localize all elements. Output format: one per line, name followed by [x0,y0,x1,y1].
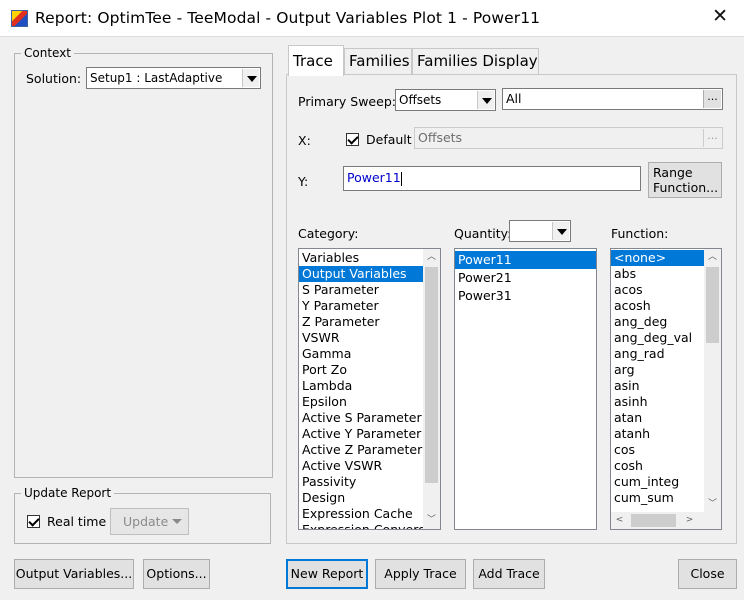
chevron-down-icon[interactable] [242,69,259,87]
category-list-item[interactable]: Output Variables [299,266,440,282]
primary-sweep-label: Primary Sweep: [298,94,396,109]
range-function-button[interactable]: Range Function... [648,162,722,198]
scroll-thumb[interactable] [425,267,438,483]
x-label: X: [298,133,311,148]
scroll-up-icon[interactable]: ︿ [704,249,721,266]
scroll-thumb[interactable] [631,514,676,527]
close-button[interactable]: Close [678,559,737,589]
category-list-item[interactable]: Variables [299,250,440,266]
category-list-item[interactable]: Passivity [299,474,440,490]
context-legend: Context [21,46,75,60]
tab-trace[interactable]: Trace [288,45,344,76]
category-list-item[interactable]: Gamma [299,346,440,362]
category-list-item[interactable]: VSWR [299,330,440,346]
category-list-item[interactable]: Port Zo [299,362,440,378]
category-list-item[interactable]: Z Parameter [299,314,440,330]
new-report-button[interactable]: New Report [286,559,368,589]
quantity-list[interactable]: Power11 Power21 Power31 [454,248,597,530]
category-list-item[interactable]: Epsilon [299,394,440,410]
category-list-item[interactable]: Y Parameter [299,298,440,314]
chevron-down-icon[interactable] [552,222,569,240]
trace-tab-page: Primary Sweep: Offsets All ... X: Defaul… [286,74,737,544]
category-label: Category: [298,226,359,241]
category-list-item[interactable]: Expression Converge [299,522,440,529]
range-function-line2: Function... [653,180,719,195]
tab-families-display[interactable]: Families Display [412,48,539,74]
default-label: Default [366,132,412,147]
chevron-down-icon[interactable] [477,91,494,109]
realtime-checkbox[interactable] [27,515,40,528]
solution-value: Setup1 : LastAdaptive [90,71,223,85]
sweep-range-ellipsis-button[interactable]: ... [703,90,721,108]
text-cursor [400,171,402,186]
category-list-item[interactable]: Active S Parameter [299,410,440,426]
scroll-down-icon[interactable]: ﹀ [423,512,440,529]
x-value: Offsets [418,130,463,145]
scroll-down-icon[interactable]: ﹀ [704,496,721,513]
add-trace-button[interactable]: Add Trace [473,559,545,589]
window-title: Report: OptimTee - TeeModal - Output Var… [35,9,541,27]
category-list-item[interactable]: S Parameter [299,282,440,298]
primary-sweep-dropdown[interactable]: Offsets [395,89,496,111]
function-hscrollbar[interactable]: < > [611,512,721,529]
quantity-list-item[interactable]: Power31 [455,287,596,305]
default-checkbox[interactable] [346,133,359,146]
solution-label: Solution: [26,71,82,86]
output-variables-button[interactable]: Output Variables... [14,559,134,589]
quantity-list-item[interactable]: Power11 [455,251,596,269]
update-report-legend: Update Report [21,486,115,500]
quantity-label: Quantity: [454,226,512,241]
scroll-up-icon[interactable]: ︿ [423,249,440,266]
category-list-item[interactable]: Expression Cache [299,506,440,522]
solution-dropdown[interactable]: Setup1 : LastAdaptive [86,67,261,89]
category-list-item[interactable]: Active VSWR [299,458,440,474]
category-list-item[interactable]: Active Z Parameter [299,442,440,458]
apply-trace-button[interactable]: Apply Trace [375,559,466,589]
function-list[interactable]: <none> abs acos acosh ang_deg ang_deg_val ang_… [610,248,722,530]
context-group: Context Solution: Setup1 : LastAdaptive [14,46,273,478]
x-field: Offsets ... [414,127,723,149]
y-expression-field[interactable]: Power11 [343,166,641,191]
update-label: Update [123,514,169,529]
update-report-group: Update Report Real time Update [14,486,271,544]
category-items: Variables Output Variables S Parameter Y Pa… [299,249,440,529]
category-scrollbar[interactable]: ︿ ﹀ [423,249,440,529]
range-function-line1: Range [653,165,693,180]
quantity-items: Power11 Power21 Power31 [455,249,596,305]
update-button[interactable]: Update [110,508,189,535]
close-icon[interactable]: ✕ [712,7,728,26]
category-list-item[interactable]: Lambda [299,378,440,394]
scroll-right-icon[interactable]: > [681,512,698,529]
primary-sweep-value: Offsets [399,93,442,107]
options-button[interactable]: Options... [143,559,210,589]
y-label: Y: [298,174,309,189]
title-bar: Report: OptimTee - TeeModal - Output Var… [0,0,744,37]
tab-families[interactable]: Families [344,48,412,74]
sweep-range-field[interactable]: All ... [502,88,723,110]
function-vscrollbar[interactable]: ︿ ﹀ [704,249,721,513]
category-list[interactable]: Variables Output Variables S Parameter Y Pa… [298,248,441,530]
quantity-filter-dropdown[interactable] [509,220,571,242]
app-icon [11,10,28,27]
category-list-item[interactable]: Active Y Parameter [299,426,440,442]
x-ellipsis-button: ... [703,129,721,147]
caret-down-icon [172,519,182,524]
function-label: Function: [611,226,669,241]
scroll-thumb[interactable] [706,267,719,343]
quantity-list-item[interactable]: Power21 [455,269,596,287]
scroll-left-icon[interactable]: < [611,512,628,529]
sweep-range-value: All [506,91,522,106]
realtime-label: Real time [47,514,107,529]
category-list-item[interactable]: Design [299,490,440,506]
y-value: Power11 [347,170,401,185]
